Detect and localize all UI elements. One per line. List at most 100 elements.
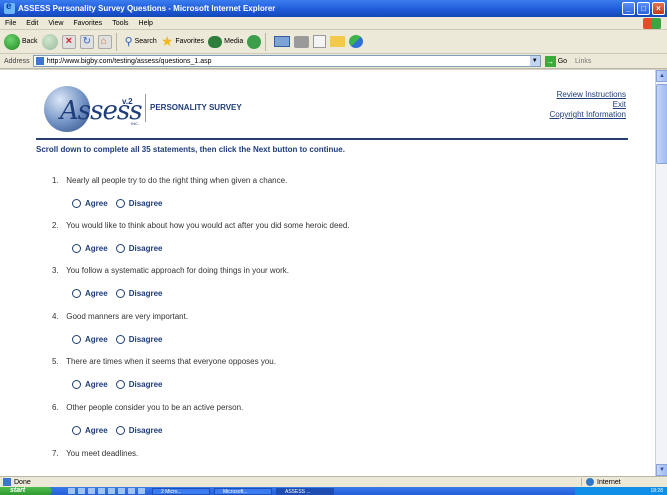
refresh-button[interactable] <box>79 34 94 49</box>
agree-option[interactable]: Agree <box>72 380 108 389</box>
disagree-label: Disagree <box>128 335 163 344</box>
agree-option[interactable]: Agree <box>72 244 108 253</box>
exit-link[interactable]: Exit <box>550 100 626 110</box>
agree-label: Agree <box>85 426 108 435</box>
scroll-down-button[interactable]: ▼ <box>656 464 667 476</box>
windows-flag-icon <box>643 17 661 29</box>
agree-radio[interactable] <box>72 289 81 298</box>
quick-launch-icon[interactable] <box>88 488 95 494</box>
taskbar: start 2 Micro... Microsoft... ASSESS ...… <box>0 487 667 495</box>
disagree-option[interactable]: Disagree <box>115 426 163 435</box>
go-arrow-icon: → <box>544 55 556 67</box>
mail-button[interactable] <box>274 36 291 47</box>
quick-launch-icon[interactable] <box>98 488 105 494</box>
media-button[interactable]: Media <box>208 35 243 48</box>
copyright-link[interactable]: Copyright Information <box>550 110 626 120</box>
menu-help[interactable]: Help <box>134 20 158 27</box>
review-instructions-link[interactable]: Review Instructions <box>550 90 626 100</box>
forward-button[interactable] <box>41 33 58 50</box>
toolbar-divider <box>265 32 267 51</box>
scroll-thumb[interactable] <box>656 84 667 164</box>
print-button[interactable] <box>294 35 310 48</box>
address-url[interactable]: http://www.bigby.com/testing/assess/ques… <box>47 58 530 65</box>
question-number: 1. <box>52 176 59 185</box>
agree-label: Agree <box>85 199 108 208</box>
menu-tools[interactable]: Tools <box>107 20 133 27</box>
disagree-label: Disagree <box>128 380 163 389</box>
star-icon: ★ <box>160 33 174 49</box>
taskbar-button[interactable]: Microsoft... <box>214 487 272 495</box>
agree-radio[interactable] <box>72 244 81 253</box>
history-button[interactable] <box>247 34 262 49</box>
agree-option[interactable]: Agree <box>72 426 108 435</box>
question-text: You meet deadlines. <box>66 449 139 458</box>
logo-version: v.2 <box>122 97 133 106</box>
vertical-scrollbar[interactable]: ▲ ▼ <box>655 70 667 476</box>
stop-button[interactable] <box>61 34 76 49</box>
question-text: You would like to think about how you wo… <box>66 221 350 230</box>
disagree-option[interactable]: Disagree <box>115 335 163 344</box>
question-number: 2. <box>52 221 59 230</box>
maximize-button[interactable]: □ <box>637 2 650 15</box>
quick-launch-icon[interactable] <box>68 488 75 494</box>
disagree-label: Disagree <box>128 426 163 435</box>
quick-launch-icon[interactable] <box>128 488 135 494</box>
folder-button[interactable] <box>330 36 346 47</box>
quick-launch-icon[interactable] <box>118 488 125 494</box>
links-button[interactable]: Links <box>575 58 591 65</box>
agree-option[interactable]: Agree <box>72 199 108 208</box>
minimize-button[interactable]: _ <box>622 2 635 15</box>
quick-launch-icon[interactable] <box>138 488 145 494</box>
disagree-radio[interactable] <box>115 380 125 389</box>
agree-radio[interactable] <box>72 335 81 344</box>
close-button[interactable]: × <box>652 2 665 15</box>
disagree-radio[interactable] <box>115 244 125 253</box>
menu-view[interactable]: View <box>43 20 68 27</box>
quick-launch-icon[interactable] <box>108 488 115 494</box>
question-text: You follow a systematic approach for doi… <box>66 266 290 275</box>
question-text: Other people consider you to be an activ… <box>66 403 244 412</box>
clock: 18:28 <box>650 488 663 494</box>
question-number: 6. <box>52 403 59 412</box>
question-text: Good manners are very important. <box>66 312 189 321</box>
disagree-option[interactable]: Disagree <box>115 289 162 298</box>
disagree-radio[interactable] <box>115 199 125 208</box>
disagree-label: Disagree <box>128 199 163 208</box>
start-button[interactable]: start <box>0 487 52 495</box>
agree-radio[interactable] <box>72 380 81 389</box>
favorites-button[interactable]: ★ Favorites <box>161 33 204 50</box>
menu-favorites[interactable]: Favorites <box>68 20 107 27</box>
disagree-option[interactable]: Disagree <box>115 199 163 208</box>
agree-label: Agree <box>85 244 108 253</box>
agree-option[interactable]: Agree <box>72 335 108 344</box>
logo-inc: INC. <box>131 121 139 126</box>
disagree-radio[interactable] <box>115 289 125 298</box>
messenger-button[interactable] <box>349 35 364 48</box>
disagree-radio[interactable] <box>115 335 125 344</box>
address-input[interactable]: http://www.bigby.com/testing/assess/ques… <box>32 55 541 67</box>
agree-radio[interactable] <box>72 199 81 208</box>
question-item: 7. You meet deadlines. <box>52 449 612 458</box>
back-button[interactable]: Back <box>4 33 38 50</box>
go-button[interactable]: → Go <box>544 55 567 67</box>
agree-option[interactable]: Agree <box>72 289 108 298</box>
address-dropdown-button[interactable]: ▼ <box>529 56 540 66</box>
address-bar: Address http://www.bigby.com/testing/ass… <box>0 54 667 69</box>
home-button[interactable] <box>97 34 112 49</box>
disagree-radio[interactable] <box>115 426 125 435</box>
menu-edit[interactable]: Edit <box>21 20 43 27</box>
taskbar-button[interactable]: ASSESS ... <box>276 487 334 495</box>
disagree-option[interactable]: Disagree <box>115 380 163 389</box>
media-icon <box>208 35 223 48</box>
search-button[interactable]: ⚲ Search <box>125 35 157 48</box>
page-done-icon <box>3 478 11 486</box>
agree-radio[interactable] <box>72 426 81 435</box>
disagree-option[interactable]: Disagree <box>115 244 162 253</box>
menu-file[interactable]: File <box>0 20 21 27</box>
edit-button[interactable] <box>313 35 327 48</box>
quick-launch-icon[interactable] <box>78 488 85 494</box>
question-number: 4. <box>52 312 59 321</box>
question-item: 5. There are times when it seems that ev… <box>52 357 612 389</box>
taskbar-button[interactable]: 2 Micro... <box>152 487 210 495</box>
scroll-up-button[interactable]: ▲ <box>656 70 667 82</box>
